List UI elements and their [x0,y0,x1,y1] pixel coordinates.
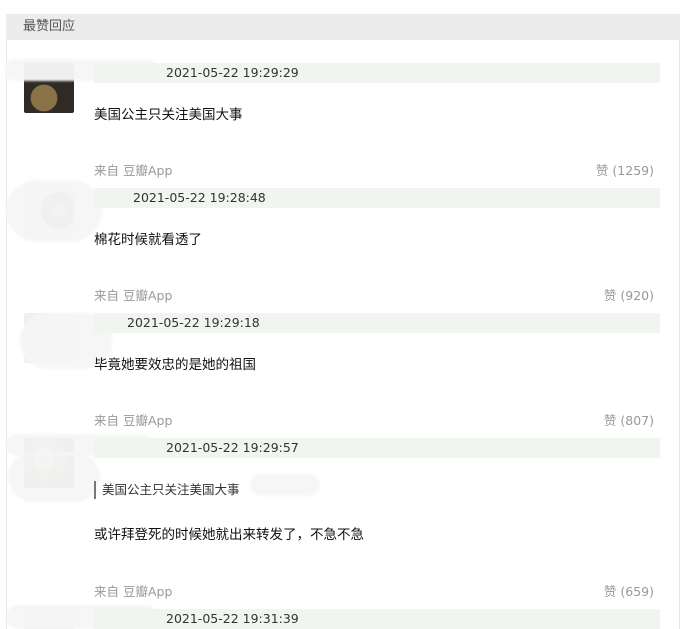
comment-time: 2021-05-22 19:28:48 [133,190,266,205]
like-count: (920) [620,288,654,303]
comment-meta: 2021-05-22 19:31:39 [94,609,660,629]
redacted-username [6,180,102,242]
comment-text: 棉花时候就看透了 [94,232,202,248]
comment-source: 来自 豆瓣App [94,413,173,428]
like-label: 赞 [595,163,609,178]
comment-time: 2021-05-22 19:31:39 [166,611,299,626]
like-label: 赞 [603,288,617,303]
like-count: (659) [620,584,654,599]
redacted-quote-author [250,474,320,496]
comment-time: 2021-05-22 19:29:18 [127,315,260,330]
like-label: 赞 [603,413,617,428]
like-button[interactable]: 赞 (920) [604,285,654,304]
comment-source: 来自 豆瓣App [94,163,173,178]
comment-time: 2021-05-22 19:29:29 [166,65,299,80]
like-button[interactable]: 赞 (1259) [596,160,654,179]
comment-source: 来自 豆瓣App [94,584,173,599]
like-label: 赞 [603,584,617,599]
comment-meta: 2021-05-22 19:29:18 [94,313,660,333]
comment-text: 或许拜登死的时候她就出来转发了，不急不急 [94,527,364,543]
like-count: (1259) [612,163,654,178]
quoted-reply: 美国公主只关注美国大事 [94,481,240,499]
comment-text: 美国公主只关注美国大事 [94,107,243,123]
quoted-text: 美国公主只关注美国大事 [102,482,240,497]
comment-time: 2021-05-22 19:29:57 [166,440,299,455]
redacted-avatar-region [8,452,100,502]
like-button[interactable]: 赞 (659) [604,581,654,600]
comment-meta: 2021-05-22 19:29:29 [94,63,660,83]
section-title: 最赞回应 [6,14,680,40]
comment-meta: 2021-05-22 19:28:48 [94,188,660,208]
like-button[interactable]: 赞 (807) [604,410,654,429]
comment-text: 毕竟她要效忠的是她的祖国 [94,357,256,373]
like-count: (807) [620,413,654,428]
comment-meta: 2021-05-22 19:29:57 [94,438,660,458]
comment-source: 来自 豆瓣App [94,288,173,303]
